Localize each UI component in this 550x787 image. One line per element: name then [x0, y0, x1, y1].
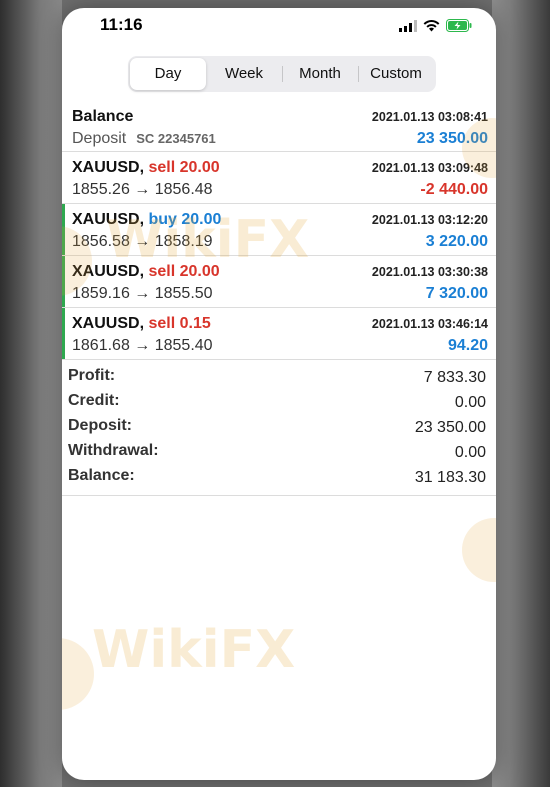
summary-value: 0.00 — [454, 444, 486, 461]
row-timestamp: 2021.01.13 03:30:38 — [371, 265, 488, 279]
history-row-trade[interactable]: XAUUSD, sell 20.00 1855.26 → 1856.48 202… — [62, 152, 496, 204]
row-timestamp: 2021.01.13 03:09:48 — [371, 161, 488, 175]
period-segmented-control: Day Week Month Custom — [128, 56, 436, 92]
trade-title: XAUUSD, sell 0.15 — [72, 315, 211, 333]
history-row-trade[interactable]: XAUUSD, sell 20.00 1859.16 → 1855.50 202… — [62, 256, 496, 308]
summary-label: Deposit: — [68, 417, 132, 434]
trade-prices: 1855.26 → 1856.48 — [72, 181, 213, 198]
row-amount: 94.20 — [447, 337, 488, 354]
row-timestamp: 2021.01.13 03:46:14 — [371, 317, 488, 331]
cellular-signal-icon — [399, 19, 417, 32]
row-subtitle: Deposit SC 22345761 — [72, 130, 216, 148]
account-summary: Profit: 7 833.30 Credit: 0.00 Deposit: 2… — [62, 365, 496, 490]
summary-label: Profit: — [68, 367, 116, 384]
summary-label: Credit: — [68, 392, 120, 409]
trade-prices: 1859.16 → 1855.50 — [72, 285, 213, 302]
tab-month[interactable]: Month — [282, 58, 358, 90]
summary-value: 23 350.00 — [414, 419, 486, 436]
summary-divider — [62, 495, 496, 496]
history-row-trade[interactable]: XAUUSD, buy 20.00 1856.58 → 1858.19 2021… — [62, 204, 496, 256]
row-amount: 7 320.00 — [425, 285, 488, 302]
watermark-text: WikiFX — [426, 736, 496, 769]
trade-symbol: XAUUSD, — [72, 159, 145, 176]
row-timestamp: 2021.01.13 03:12:20 — [371, 213, 488, 227]
trade-title: XAUUSD, buy 20.00 — [72, 211, 221, 229]
summary-deposit: Deposit: 23 350.00 — [62, 415, 496, 440]
history-row-balance[interactable]: Balance Deposit SC 22345761 2021.01.13 03… — [62, 101, 496, 152]
summary-balance: Balance: 31 183.30 — [62, 465, 496, 490]
tab-custom[interactable]: Custom — [358, 58, 434, 90]
status-icons — [399, 19, 472, 32]
phone-screen: 11:16 Day Week Month Custom Balance Depo… — [62, 8, 496, 780]
trade-side: sell 0.15 — [148, 315, 211, 332]
tab-week[interactable]: Week — [206, 58, 282, 90]
watermark-text: WikiFX — [92, 620, 296, 680]
summary-value: 0.00 — [454, 394, 486, 411]
deposit-code: SC 22345761 — [136, 131, 216, 146]
row-amount: 3 220.00 — [425, 233, 488, 250]
status-bar: 11:16 — [62, 8, 496, 48]
trade-prices: 1856.58 → 1858.19 — [72, 233, 213, 250]
trade-symbol: XAUUSD, — [72, 263, 145, 280]
trade-side: sell 20.00 — [148, 263, 220, 280]
summary-profit: Profit: 7 833.30 — [62, 365, 496, 390]
battery-charging-icon — [446, 19, 472, 32]
row-amount: -2 440.00 — [420, 181, 488, 198]
row-timestamp: 2021.01.13 03:08:41 — [371, 110, 488, 124]
summary-value: 7 833.30 — [423, 369, 486, 386]
trade-title: XAUUSD, sell 20.00 — [72, 159, 220, 177]
row-title: Balance — [72, 108, 134, 125]
summary-credit: Credit: 0.00 — [62, 390, 496, 415]
summary-value: 31 183.30 — [414, 469, 486, 486]
tab-day[interactable]: Day — [130, 58, 206, 90]
watermark-logo — [62, 638, 94, 710]
trade-prices: 1861.68 → 1855.40 — [72, 337, 213, 354]
deposit-label: Deposit — [72, 130, 127, 147]
trade-symbol: XAUUSD, — [72, 211, 145, 228]
history-list: Balance Deposit SC 22345761 2021.01.13 03… — [62, 101, 496, 360]
watermark-logo — [462, 518, 496, 582]
history-row-trade[interactable]: XAUUSD, sell 0.15 1861.68 → 1855.40 2021… — [62, 308, 496, 360]
status-time: 11:16 — [100, 15, 143, 34]
summary-label: Withdrawal: — [68, 442, 159, 459]
trade-symbol: XAUUSD, — [72, 315, 145, 332]
summary-withdrawal: Withdrawal: 0.00 — [62, 440, 496, 465]
trade-title: XAUUSD, sell 20.00 — [72, 263, 220, 281]
wifi-icon — [423, 19, 440, 31]
summary-label: Balance: — [68, 467, 135, 484]
row-amount: 23 350.00 — [416, 130, 488, 147]
trade-side: sell 20.00 — [148, 159, 220, 176]
trade-side: buy 20.00 — [148, 211, 222, 228]
